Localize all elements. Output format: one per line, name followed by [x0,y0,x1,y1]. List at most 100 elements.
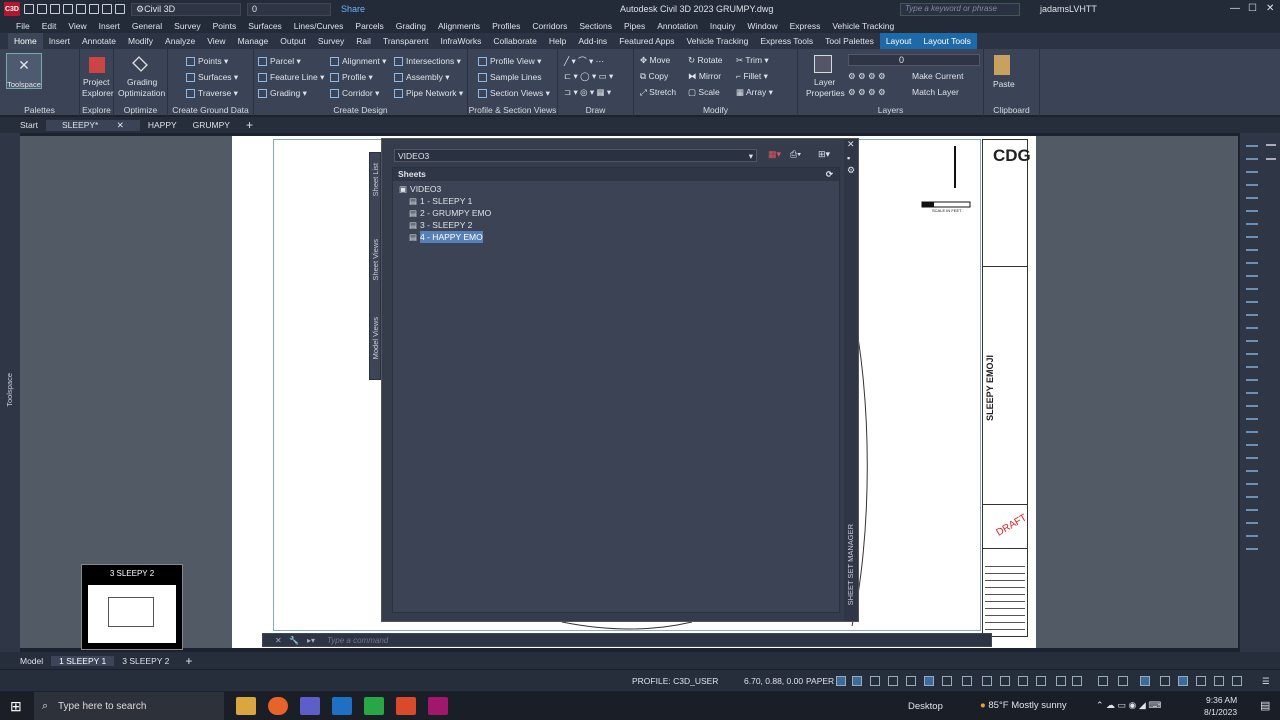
tab-manage[interactable]: Manage [232,33,275,49]
menu-points[interactable]: Points [207,21,243,31]
add-layout-plus-icon[interactable]: + [177,654,200,668]
alignment-button[interactable]: Alignment ▾ [330,56,386,67]
desktop-toolbar[interactable]: Desktop [908,701,943,712]
sheet-item[interactable]: ▤ 2 - GRUMPY EMO [399,207,839,219]
ortho-icon[interactable] [870,676,880,686]
customize-icon[interactable]: 🔧 [289,634,299,647]
units-icon[interactable] [1140,676,1150,686]
plot-icon[interactable] [89,4,99,14]
menu-surfaces[interactable]: Surfaces [242,21,288,31]
layout-tab-sleepy-1[interactable]: 1 SLEEPY 1 [51,655,115,666]
line-icon[interactable]: ╱ ▾ ⌒ ▾ ⋯ [564,55,604,67]
tab-layout-tools[interactable]: Layout Tools [917,33,977,49]
isolate-objects-icon[interactable] [1196,676,1206,686]
tab-infraworks[interactable]: InfraWorks [434,33,487,49]
layout-tab-sleepy-2[interactable]: 3 SLEEPY 2 [114,656,177,666]
traverse-button[interactable]: Traverse ▾ [186,88,238,99]
tab-sheet-list[interactable]: Sheet List [371,163,380,196]
profile-button[interactable]: Profile ▾ [330,72,373,83]
app-logo[interactable]: C3D [4,2,20,16]
circle-icon[interactable]: ⊏ ▾ ◯ ▾ ▭ ▾ [564,71,613,82]
corridor-button[interactable]: Corridor ▾ [330,88,379,99]
tab-tool-palettes[interactable]: Tool Palettes [819,33,880,49]
menu-vehicle-tracking[interactable]: Vehicle Tracking [826,21,900,31]
tab-sheet-views[interactable]: Sheet Views [371,239,380,281]
move-button[interactable]: ✥ Move [640,55,670,66]
tab-analyze[interactable]: Analyze [159,33,201,49]
clock-date[interactable]: 8/1/2023 [1204,707,1237,717]
tab-transparent[interactable]: Transparent [377,33,435,49]
menu-window[interactable]: Window [741,21,783,31]
paste-label[interactable]: Paste [993,79,1015,89]
layers-title[interactable]: Layers [798,105,983,115]
create-design-title[interactable]: Create Design [254,105,467,115]
menu-lines-curves[interactable]: Lines/Curves [288,21,350,31]
snap-icon[interactable] [852,676,862,686]
pipe-network-button[interactable]: Pipe Network ▾ [394,88,463,99]
print-icon[interactable] [76,4,86,14]
mirror-button[interactable]: ⧓ Mirror [688,71,721,82]
sample-lines-button[interactable]: Sample Lines [478,72,542,83]
sheet-set-dropdown[interactable]: VIDEO3 ▾ [394,149,757,162]
layer-properties-label2[interactable]: Properties [806,88,845,98]
new-icon[interactable] [24,4,34,14]
open-icon[interactable] [37,4,47,14]
ssm-title-strip[interactable]: ✕ ▪ ⚙ SHEET SET MANAGER [844,139,858,621]
dynamic-ucs-icon[interactable] [1018,676,1028,686]
autohide-icon[interactable]: ▪ [847,153,850,163]
user-account[interactable]: jadamsLVHTT [1040,4,1097,14]
layer-tools-icons[interactable]: ⚙ ⚙ ⚙ ⚙ [848,71,886,82]
menu-view[interactable]: View [62,21,92,31]
grading-optimization-icon[interactable] [132,56,148,72]
command-input[interactable]: Type a command [327,636,388,645]
menu-parcels[interactable]: Parcels [349,21,389,31]
gizmo-icon[interactable] [1056,676,1066,686]
sheet-item[interactable]: ▤ 3 - SLEEPY 2 [399,219,839,231]
osnap-icon[interactable] [906,676,916,686]
layout-tab-model[interactable]: Model [12,656,51,666]
quick-properties-icon[interactable] [1160,676,1170,686]
clean-screen-icon[interactable] [1232,676,1242,686]
tab-home[interactable]: Home [8,33,43,49]
tray-icons[interactable]: ⌃ ☁ ▭ ◉ ◢ ⌨ [1096,700,1161,711]
tab-featured-apps[interactable]: Featured Apps [613,33,680,49]
layer-properties-icon[interactable] [814,55,832,73]
points-button[interactable]: Points ▾ [186,56,228,67]
annotation-icon[interactable] [1072,676,1082,686]
menu-sections[interactable]: Sections [573,21,618,31]
tab-modify[interactable]: Modify [122,33,159,49]
make-current-button[interactable]: Make Current [912,71,964,81]
windows-start-icon[interactable]: ⊞ [10,698,22,715]
teams-icon[interactable] [300,697,320,715]
layer-tools-icons-2[interactable]: ⚙ ⚙ ⚙ ⚙ [848,87,886,98]
layer-properties-label1[interactable]: Layer [814,77,835,87]
paper-space-toggle[interactable]: PAPER [806,676,834,686]
taskbar-search[interactable]: ⌕ Type here to search [34,692,224,720]
camtasia-icon[interactable] [364,697,384,715]
tab-layout[interactable]: Layout [879,33,918,49]
menu-grading[interactable]: Grading [390,21,432,31]
draw-title[interactable]: Draw [558,105,633,115]
refresh-icon[interactable]: ⟳ [826,168,833,181]
save-icon[interactable] [50,4,60,14]
tab-express-tools[interactable]: Express Tools [754,33,819,49]
modify-title[interactable]: Modify [634,105,797,115]
toolspace-vertical-label[interactable]: Toolspace [5,373,14,407]
workspace-switch-icon[interactable] [1098,676,1108,686]
polar-icon[interactable] [888,676,898,686]
help-search-input[interactable]: Type a keyword or phrase [900,3,1020,16]
tab-rail[interactable]: Rail [350,33,377,49]
toolspace-strip[interactable]: Toolspace [0,133,20,652]
otrack-icon[interactable] [924,676,934,686]
customization-menu-icon[interactable]: ☰ [1262,676,1270,687]
palettes-title[interactable]: Palettes [0,105,79,115]
view-options-icon[interactable]: ⊞▾ [818,149,830,160]
menu-pipes[interactable]: Pipes [618,21,651,31]
minimize-icon[interactable]: — [1230,3,1240,14]
weather-widget[interactable]: ● 85°F Mostly sunny [980,700,1067,711]
layer-dropdown[interactable]: 0 [247,2,331,16]
grading-opt-label1[interactable]: Grading [127,77,157,87]
publish-icon[interactable]: ⎙▾ [790,149,801,160]
share-button[interactable]: Share [341,4,365,14]
menu-insert[interactable]: Insert [93,21,126,31]
